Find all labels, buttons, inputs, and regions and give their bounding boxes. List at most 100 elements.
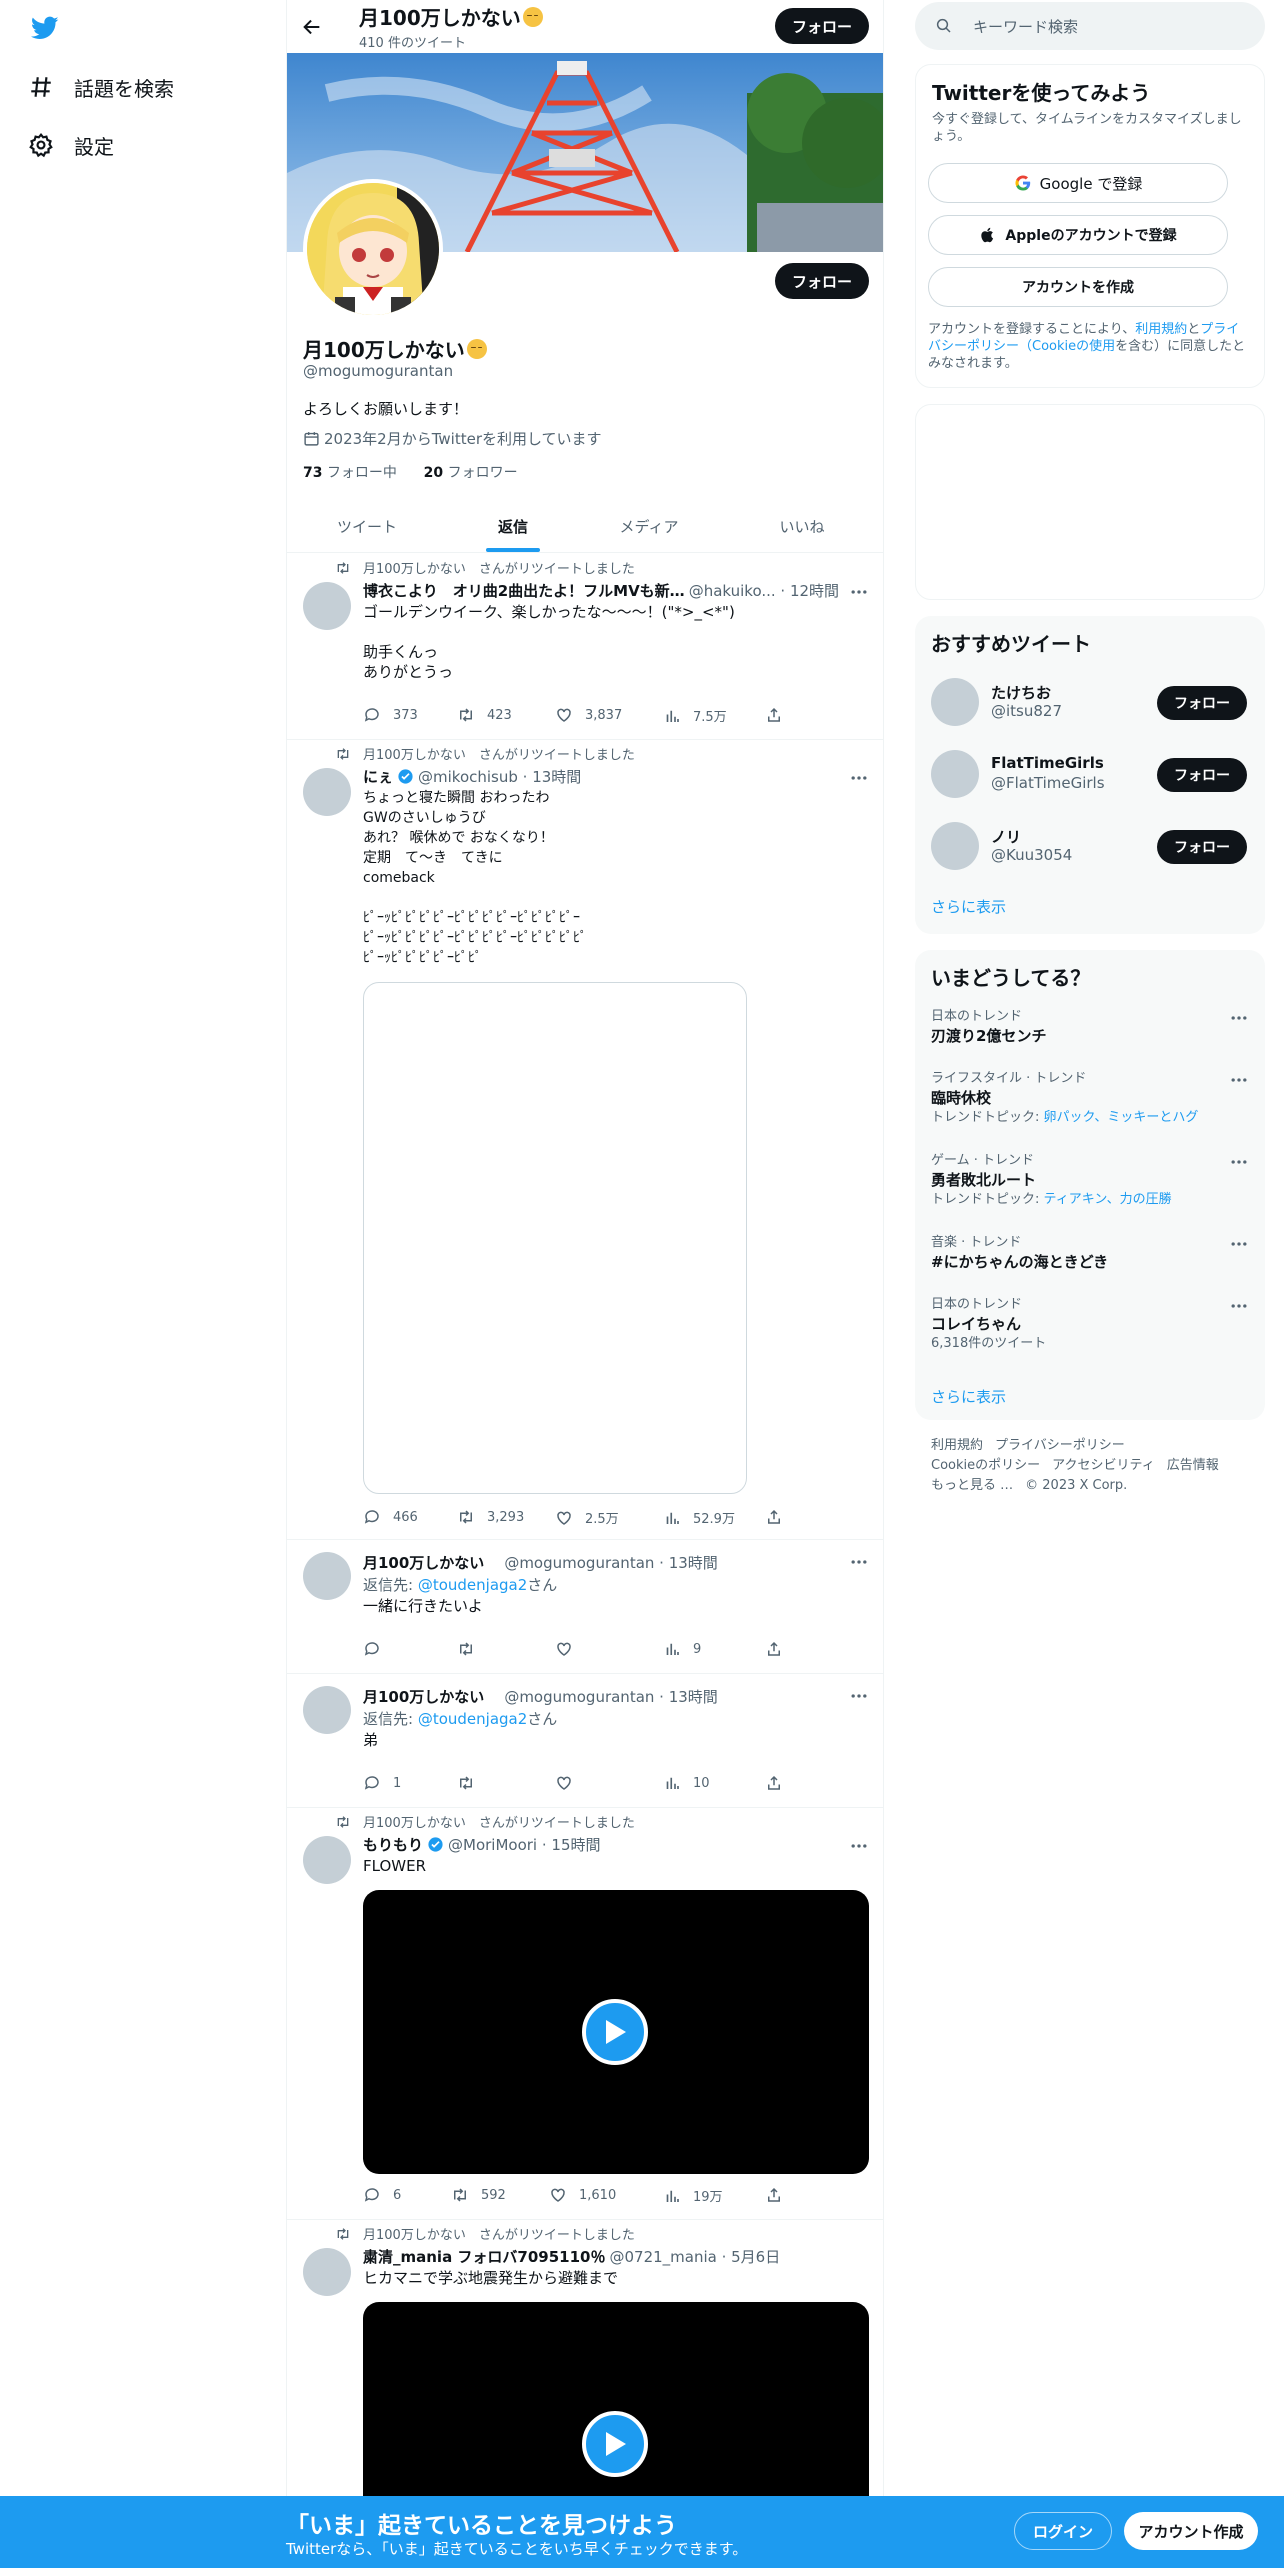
reply-button[interactable]: 1 — [363, 1774, 401, 1792]
back-button[interactable] — [297, 12, 327, 42]
views-button[interactable]: 7.5万 — [663, 706, 727, 725]
views-button[interactable]: 19万 — [663, 2186, 723, 2205]
retweet-icon — [454, 2188, 466, 2202]
more-icon[interactable] — [849, 1686, 869, 1706]
tweet-image[interactable] — [363, 982, 747, 1494]
profile-follow-button[interactable]: フォロー — [775, 263, 869, 299]
like-button[interactable] — [555, 1774, 585, 1792]
share-button[interactable] — [765, 2186, 795, 2204]
trend-item[interactable]: 日本のトレンド 刃渡り2億センチ — [931, 1008, 1249, 1046]
tweet[interactable]: 月100万しかない @mogumogurantan · 13時間 返信先: @to… — [287, 1674, 883, 1808]
login-button[interactable]: ログイン — [1014, 2512, 1112, 2550]
tweet-actions: 373 423 3,837 7.5万 — [363, 706, 803, 726]
play-button[interactable] — [582, 1999, 648, 2065]
retweet-button[interactable]: 423 — [457, 706, 512, 724]
tweet[interactable]: 月100万しかない さんがリツイートしました もりもり @MoriMoori · … — [287, 1808, 883, 2220]
avatar[interactable] — [303, 768, 351, 816]
copyright: © 2023 X Corp. — [1025, 1478, 1128, 1493]
avatar[interactable] — [303, 2248, 351, 2296]
avatar[interactable] — [303, 1686, 351, 1734]
share-button[interactable] — [765, 706, 795, 724]
tab-replies[interactable]: 返信 — [447, 500, 579, 553]
followers-link[interactable]: 20 フォロワー — [424, 465, 518, 481]
tweet[interactable]: 月100万しかない さんがリツイートしました 博衣こより オリ曲2曲出たよ！フル… — [287, 554, 883, 740]
retweet-button[interactable]: 592 — [451, 2186, 506, 2204]
like-button[interactable]: 2.5万 — [555, 1508, 619, 1527]
play-button[interactable] — [582, 2411, 648, 2477]
more-icon[interactable] — [1229, 1152, 1249, 1172]
show-more-link[interactable]: さらに表示 — [931, 896, 1006, 917]
trend-item[interactable]: 日本のトレンド コレイちゃん 6,318件のツイート — [931, 1296, 1249, 1354]
nav-explore[interactable]: 話題を検索 — [28, 70, 174, 104]
like-button[interactable] — [555, 1640, 585, 1658]
tab-media[interactable]: メディア — [579, 500, 719, 553]
trend-item[interactable]: ライフスタイル · トレンド 臨時休校 トレンドトピック: 卵パック、ミッキーと… — [931, 1070, 1249, 1128]
show-more-link[interactable]: さらに表示 — [931, 1386, 1006, 1407]
views-button[interactable]: 9 — [663, 1640, 701, 1658]
footer-link[interactable]: プライバシーポリシー — [995, 1438, 1125, 1453]
follow-button[interactable]: フォロー — [1157, 758, 1247, 792]
avatar[interactable] — [303, 1836, 351, 1884]
reply-button[interactable] — [363, 1640, 393, 1658]
more-icon[interactable] — [849, 768, 869, 788]
suggested-user[interactable]: FlatTimeGirls @FlatTimeGirls フォロー — [931, 746, 1249, 802]
tweet-video[interactable] — [363, 1890, 869, 2174]
suggested-user[interactable]: たけちお @itsu827 フォロー — [931, 674, 1249, 730]
more-icon[interactable] — [1229, 1008, 1249, 1028]
following-link[interactable]: 73 フォロー中 — [303, 465, 397, 481]
follow-button[interactable]: フォロー — [1157, 830, 1247, 864]
retweet-button[interactable]: 3,293 — [457, 1508, 524, 1526]
retweet-note: 月100万しかない さんがリツイートしました — [335, 1812, 635, 1831]
banner-title: 「いま」起きていることを見つけよう — [286, 2513, 677, 2539]
share-button[interactable] — [765, 1774, 795, 1792]
views-button[interactable]: 52.9万 — [663, 1508, 735, 1527]
like-button[interactable]: 3,837 — [555, 706, 622, 724]
more-icon[interactable] — [849, 1836, 869, 1856]
more-icon[interactable] — [849, 1552, 869, 1572]
reply-icon — [364, 1642, 379, 1656]
retweet-button[interactable] — [457, 1640, 487, 1658]
tweet[interactable]: 月100万しかない @mogumogurantan · 13時間 返信先: @to… — [287, 1540, 883, 1674]
suggested-user[interactable]: ノリ @Kuu3054 フォロー — [931, 818, 1249, 874]
more-icon[interactable] — [1229, 1070, 1249, 1090]
retweet-button[interactable] — [457, 1774, 487, 1792]
google-signup-button[interactable]: Google で登録 — [928, 163, 1228, 203]
avatar[interactable] — [303, 1552, 351, 1600]
follow-button[interactable]: フォロー — [1157, 686, 1247, 720]
tweet[interactable]: 月100万しかない さんがリツイートしました にぇ @mikochisub · 1… — [287, 740, 883, 1540]
more-icon[interactable] — [1229, 1234, 1249, 1254]
trend-item[interactable]: ゲーム · トレンド 勇者敗北ルート トレンドトピック: ティアキン、力の圧勝 — [931, 1152, 1249, 1210]
search-box[interactable]: キーワード検索 — [915, 2, 1265, 50]
like-button[interactable]: 1,610 — [549, 2186, 616, 2204]
header-follow-button[interactable]: フォロー — [775, 8, 869, 44]
footer-link[interactable]: 利用規約 — [931, 1438, 983, 1453]
create-account-button[interactable]: アカウントを作成 — [928, 267, 1228, 307]
profile-avatar[interactable] — [303, 179, 443, 319]
terms-link[interactable]: 利用規約 — [1135, 322, 1187, 337]
avatar[interactable] — [931, 822, 979, 870]
reply-button[interactable]: 466 — [363, 1508, 418, 1526]
nav-settings[interactable]: 設定 — [28, 128, 114, 162]
more-icon[interactable] — [849, 582, 869, 602]
search-input[interactable]: キーワード検索 — [973, 16, 1078, 37]
twitter-logo-icon[interactable] — [28, 14, 62, 42]
views-button[interactable]: 10 — [663, 1774, 710, 1792]
tab-tweets[interactable]: ツイート — [287, 500, 447, 553]
footer-link[interactable]: アクセシビリティ — [1052, 1458, 1155, 1473]
reply-button[interactable]: 6 — [363, 2186, 401, 2204]
footer-link[interactable]: Cookieのポリシー — [931, 1458, 1040, 1473]
tab-likes[interactable]: いいね — [719, 500, 883, 553]
apple-signup-button[interactable]: Appleのアカウントで登録 — [928, 215, 1228, 255]
share-button[interactable] — [765, 1640, 795, 1658]
footer-more[interactable]: もっと見る … — [931, 1478, 1013, 1493]
trend-item[interactable]: 音楽 · トレンド #にかちゃんの海ときどき — [931, 1234, 1249, 1272]
more-icon[interactable] — [1229, 1296, 1249, 1316]
avatar[interactable] — [931, 678, 979, 726]
avatar[interactable] — [303, 582, 351, 630]
signup-button[interactable]: アカウント作成 — [1124, 2512, 1258, 2550]
reply-button[interactable]: 373 — [363, 706, 418, 724]
share-button[interactable] — [765, 1508, 795, 1526]
avatar[interactable] — [931, 750, 979, 798]
heart-icon — [551, 2188, 565, 2202]
footer-link[interactable]: 広告情報 — [1167, 1458, 1219, 1473]
